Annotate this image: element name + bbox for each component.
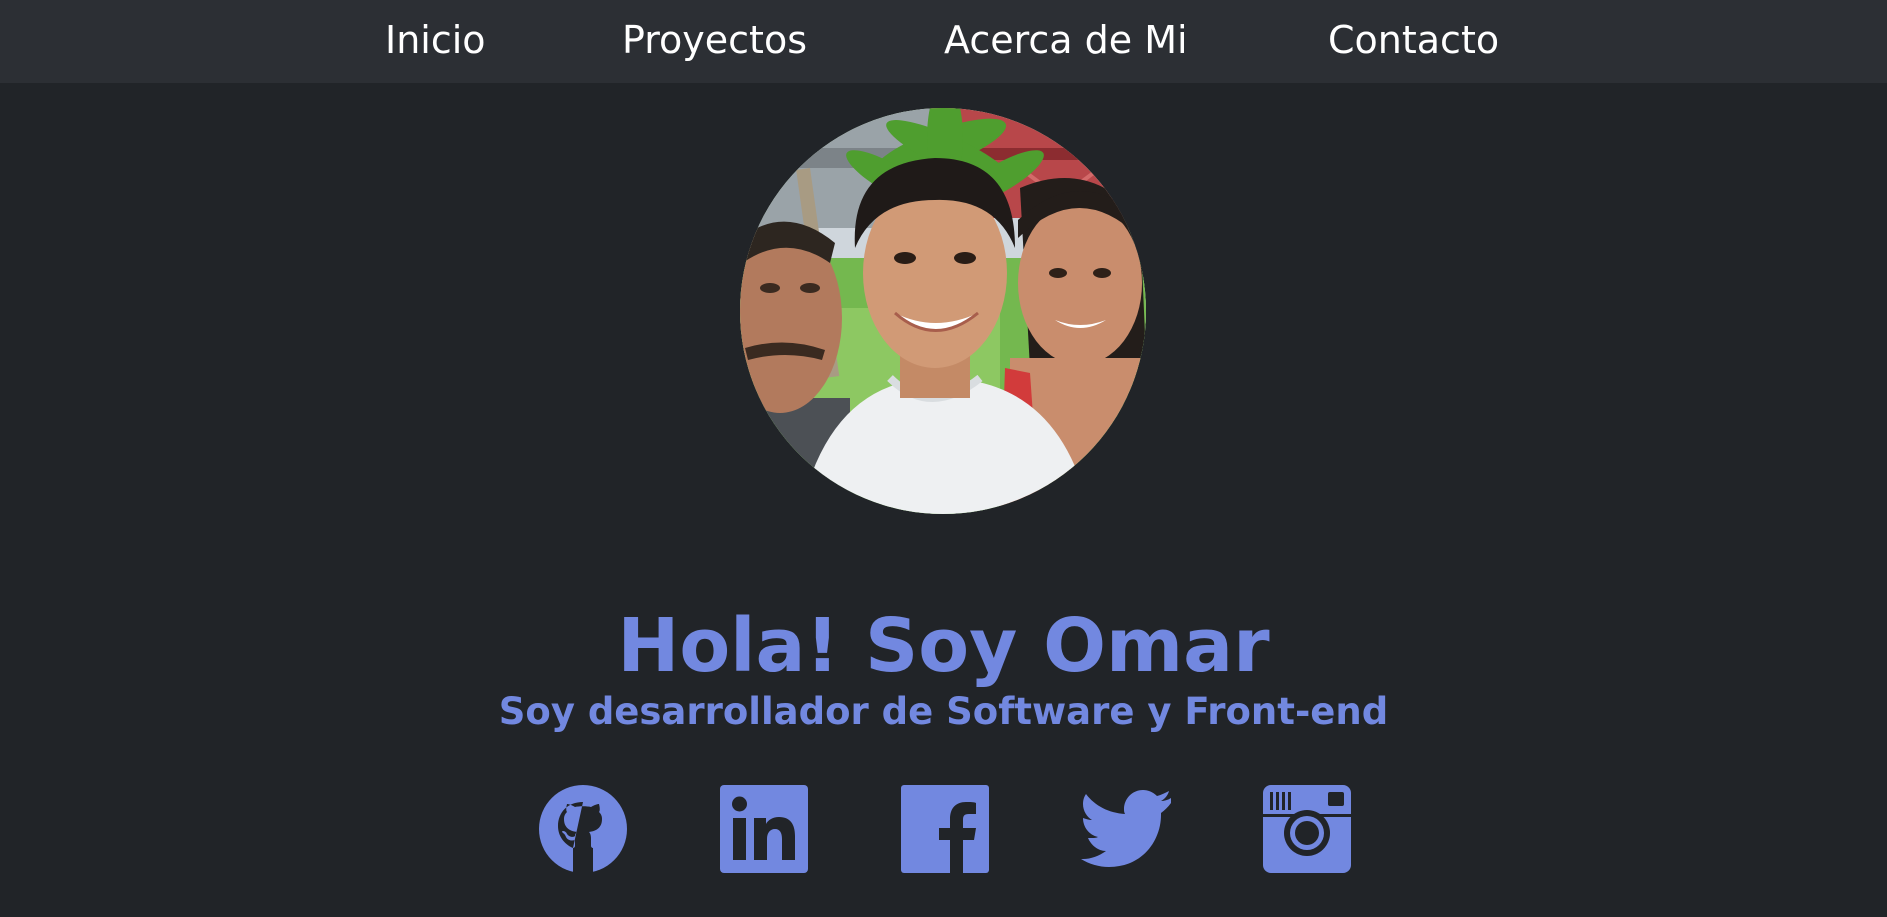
twitter-icon[interactable] <box>1081 784 1171 874</box>
profile-photo <box>740 108 1146 514</box>
github-icon[interactable] <box>538 784 628 874</box>
profile-photo-illustration <box>740 108 1146 514</box>
nav-link-inicio[interactable]: Inicio <box>385 16 486 64</box>
nav-link-contacto[interactable]: Contacto <box>1328 16 1499 64</box>
facebook-icon[interactable] <box>900 784 990 874</box>
hero-title: Hola! Soy Omar <box>617 602 1270 689</box>
nav-link-acerca-de-mi[interactable]: Acerca de Mi <box>944 16 1188 64</box>
top-navbar: Inicio Proyectos Acerca de Mi Contacto <box>0 0 1887 83</box>
nav-link-proyectos[interactable]: Proyectos <box>622 16 807 64</box>
linkedin-icon[interactable] <box>719 784 809 874</box>
instagram-icon[interactable] <box>1262 784 1352 874</box>
hero-subtitle: Soy desarrollador de Software y Front-en… <box>498 689 1389 733</box>
